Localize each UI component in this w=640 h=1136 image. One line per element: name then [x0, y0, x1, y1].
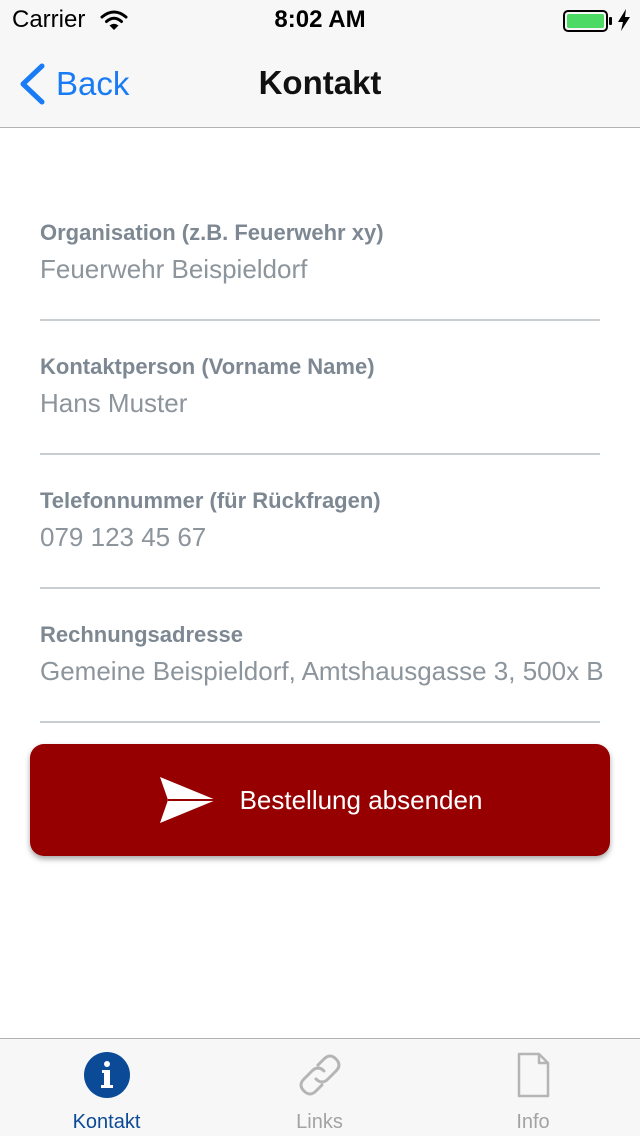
tab-links-label: Links [296, 1111, 343, 1133]
organisation-input[interactable]: Feuerwehr Beispieldorf [40, 254, 640, 294]
battery-icon [563, 10, 612, 32]
field-underline [40, 587, 600, 589]
field-underline [40, 453, 600, 455]
submit-order-button[interactable]: Bestellung absenden [30, 744, 610, 856]
tab-bar: Kontakt Links Info [0, 1038, 640, 1136]
send-icon [159, 777, 216, 823]
charging-icon [618, 9, 630, 31]
info-icon [83, 1052, 130, 1098]
navigation-bar: Back Kontakt [0, 40, 640, 128]
page-title: Kontakt [258, 64, 382, 101]
tab-info[interactable]: Info [426, 1039, 640, 1136]
phone-label: Telefonnummer (für Rückfragen) [40, 488, 381, 513]
organisation-label: Organisation (z.B. Feuerwehr xy) [40, 220, 384, 245]
tab-info-label: Info [516, 1111, 550, 1133]
field-underline [40, 319, 600, 321]
tab-kontakt[interactable]: Kontakt [0, 1039, 213, 1136]
document-icon [517, 1052, 550, 1098]
field-underline [40, 721, 600, 723]
status-time: 8:02 AM [274, 6, 366, 33]
phone-input[interactable]: 079 123 45 67 [40, 522, 640, 562]
status-bar: Carrier 8:02 AM [0, 0, 640, 40]
link-icon [299, 1054, 340, 1096]
billing-address-label: Rechnungsadresse [40, 622, 243, 647]
tab-links[interactable]: Links [213, 1039, 426, 1136]
contact-person-input[interactable]: Hans Muster [40, 388, 640, 428]
tab-kontakt-label: Kontakt [72, 1111, 141, 1133]
screen: Carrier 8:02 AM Back Kontakt Organisatio… [0, 0, 640, 1136]
contact-person-label: Kontaktperson (Vorname Name) [40, 354, 375, 379]
submit-order-label: Bestellung absenden [239, 784, 483, 815]
billing-address-input[interactable]: Gemeine Beispieldorf, Amtshausgasse 3, 5… [40, 656, 640, 696]
